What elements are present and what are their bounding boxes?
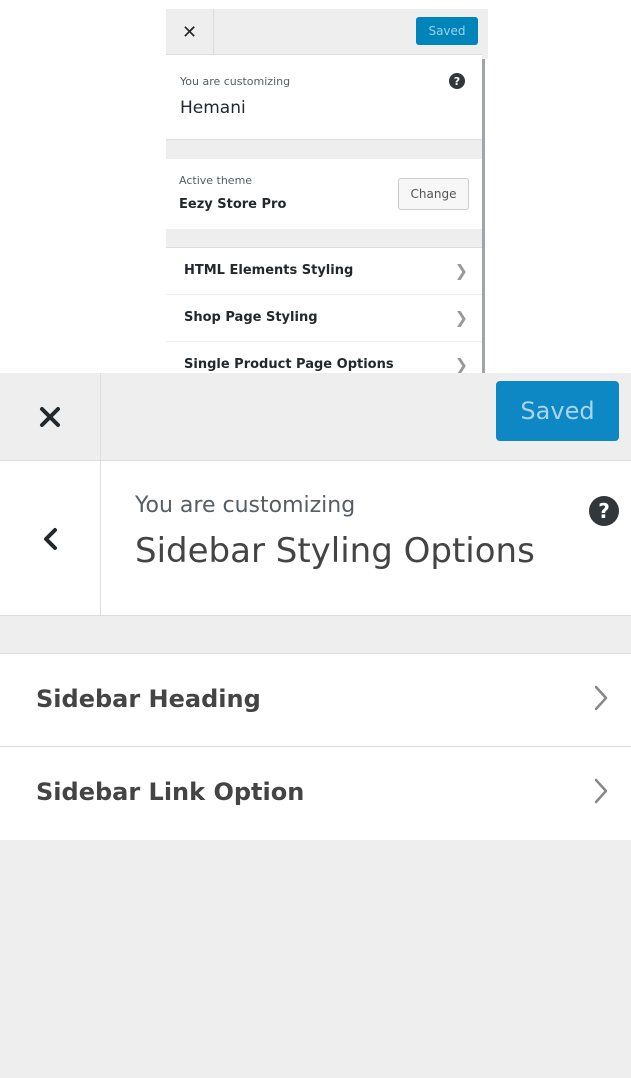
control-item-label: Sidebar Heading — [36, 685, 261, 713]
close-icon — [40, 407, 60, 427]
section-item-label: Shop Page Styling — [184, 310, 318, 325]
active-theme-label: Active theme — [179, 174, 253, 187]
close-button[interactable] — [0, 373, 101, 461]
close-button[interactable]: ✕ — [166, 9, 214, 55]
customizing-label: You are customizing — [135, 493, 356, 518]
help-icon[interactable]: ? — [449, 73, 465, 89]
chevron-right-icon — [594, 685, 608, 711]
change-theme-button[interactable]: Change — [398, 178, 469, 210]
site-title: Hemani — [180, 98, 246, 118]
section-item-label: HTML Elements Styling — [184, 263, 354, 278]
saved-button[interactable]: Saved — [416, 17, 478, 45]
section-item-shop-page-styling[interactable]: Shop Page Styling ❯ — [166, 295, 482, 342]
scrollbar[interactable] — [482, 59, 488, 373]
control-item-label: Sidebar Link Option — [36, 778, 305, 806]
section-item-label: Single Product Page Options — [184, 357, 394, 372]
help-icon[interactable]: ? — [589, 496, 619, 526]
section-list: HTML Elements Styling ❯ Shop Page Stylin… — [166, 247, 482, 373]
section-item-single-product-page-options[interactable]: Single Product Page Options ❯ — [166, 342, 482, 373]
back-button[interactable] — [0, 461, 101, 616]
customizer-header: ✕ Saved — [166, 9, 482, 55]
chevron-left-icon — [44, 527, 57, 550]
chevron-right-icon: ❯ — [454, 261, 468, 280]
close-icon: ✕ — [181, 21, 198, 43]
chevron-right-icon — [594, 778, 608, 804]
control-item-sidebar-link-option[interactable]: Sidebar Link Option — [0, 747, 631, 840]
customizing-label: You are customizing — [180, 75, 291, 88]
control-list: Sidebar Heading Sidebar Link Option — [0, 653, 631, 840]
customizer-header: Saved — [0, 373, 631, 461]
chevron-right-icon: ❯ — [454, 355, 468, 373]
section-item-html-elements-styling[interactable]: HTML Elements Styling ❯ — [166, 248, 482, 295]
active-theme-section: Active theme Eezy Store Pro Change — [166, 159, 482, 229]
customizer-panel-top: ✕ Saved You are customizing Hemani ? Act… — [166, 9, 488, 373]
theme-name: Eezy Store Pro — [179, 197, 287, 212]
customizer-panel-main: Saved You are customizing Sidebar Stylin… — [0, 373, 631, 1078]
customizing-info: You are customizing Sidebar Styling Opti… — [0, 461, 631, 616]
section-title: Sidebar Styling Options — [135, 531, 535, 571]
control-item-sidebar-heading[interactable]: Sidebar Heading — [0, 654, 631, 747]
saved-button[interactable]: Saved — [496, 381, 619, 441]
customizing-info: You are customizing Hemani ? — [166, 55, 482, 140]
chevron-right-icon: ❯ — [454, 308, 468, 327]
